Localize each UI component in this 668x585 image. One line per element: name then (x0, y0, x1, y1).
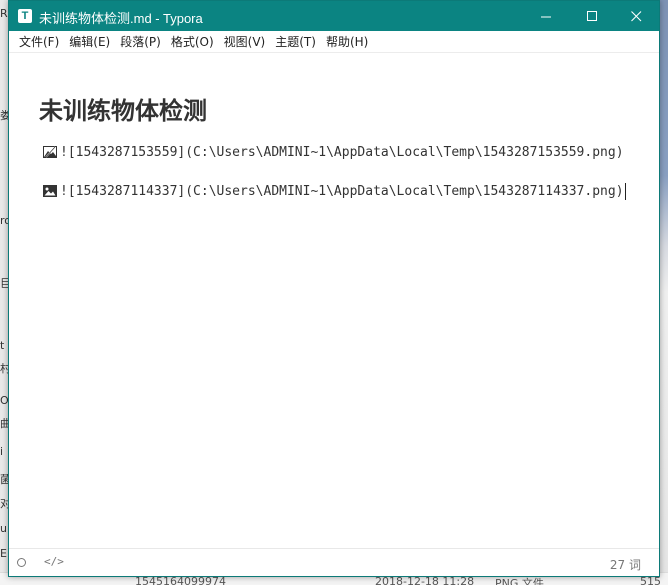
maximize-button[interactable] (569, 1, 615, 31)
title-bar[interactable]: T 未训练物体检测.md - Typora (9, 1, 659, 31)
window-title: 未训练物体检测.md - Typora (39, 11, 203, 26)
maximize-icon (586, 10, 597, 21)
menu-theme[interactable]: 主题(T) (270, 33, 321, 50)
status-bar: </> 27 词 (9, 548, 659, 576)
typora-window: T 未训练物体检测.md - Typora 文件(F) 编辑(E) 段落(P) … (8, 0, 660, 577)
image-icon (43, 185, 57, 197)
broken-image-icon (43, 146, 57, 158)
background-window-right (660, 0, 668, 585)
markdown-image-line[interactable]: ![1543287114337](C:\Users\ADMINI~1\AppDa… (43, 182, 626, 200)
menu-bar: 文件(F) 编辑(E) 段落(P) 格式(O) 视图(V) 主题(T) 帮助(H… (9, 31, 659, 53)
word-count[interactable]: 27 词 (610, 556, 641, 573)
markdown-image-source: ![1543287153559](C:\Users\ADMINI~1\AppDa… (60, 144, 624, 160)
typora-app-icon: T (18, 9, 32, 23)
minimize-icon (540, 16, 551, 17)
markdown-image-line[interactable]: ![1543287153559](C:\Users\ADMINI~1\AppDa… (43, 143, 624, 161)
menu-file[interactable]: 文件(F) (14, 33, 64, 50)
menu-format[interactable]: 格式(O) (166, 33, 219, 50)
menu-paragraph[interactable]: 段落(P) (115, 33, 166, 50)
markdown-image-source: ![1543287114337](C:\Users\ADMINI~1\AppDa… (60, 183, 624, 199)
menu-view[interactable]: 视图(V) (219, 33, 271, 50)
editor-area[interactable]: 未训练物体检测 ![1543287153559](C:\Users\ADMINI… (9, 53, 659, 548)
close-button[interactable] (613, 1, 659, 31)
menu-edit[interactable]: 编辑(E) (64, 33, 115, 50)
sidebar-toggle-icon[interactable] (17, 558, 26, 567)
close-icon (630, 10, 641, 21)
menu-help[interactable]: 帮助(H) (321, 33, 373, 50)
text-cursor (624, 182, 626, 200)
document-heading[interactable]: 未训练物体检测 (39, 91, 207, 126)
minimize-button[interactable] (523, 1, 569, 31)
source-code-toggle[interactable]: </> (44, 555, 64, 568)
